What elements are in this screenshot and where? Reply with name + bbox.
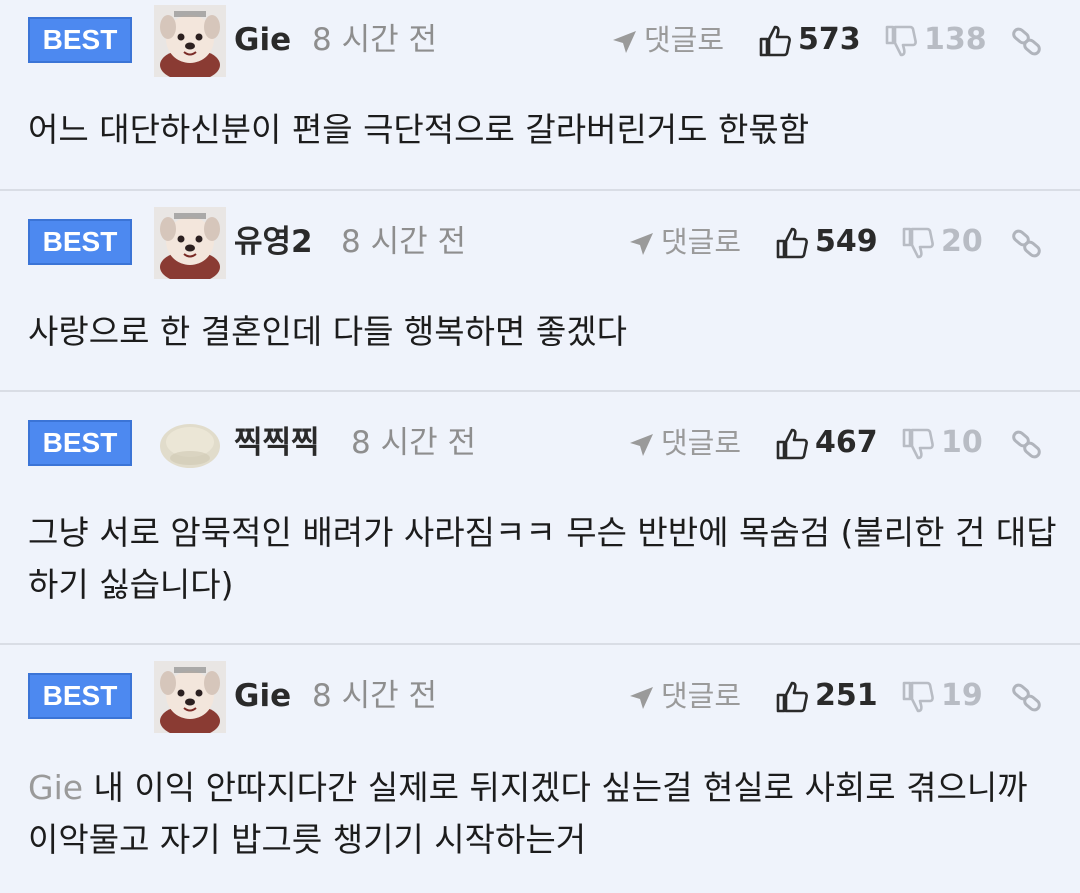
thumbs-up-icon xyxy=(758,24,792,58)
author-name[interactable]: 찍찍찍 xyxy=(234,423,320,463)
thumbs-up-icon xyxy=(775,226,809,260)
share-link-button[interactable] xyxy=(1010,25,1044,59)
reply-arrow-icon xyxy=(627,684,655,712)
best-badge: BEST xyxy=(28,17,132,63)
reply-arrow-icon xyxy=(627,431,655,459)
dislike-count: 10 xyxy=(941,425,983,460)
like-count: 251 xyxy=(815,678,878,713)
like-count: 467 xyxy=(815,425,878,460)
round-blob-avatar-icon xyxy=(160,424,220,468)
like-button[interactable]: 549 xyxy=(775,222,878,262)
thumbs-down-icon xyxy=(901,226,935,260)
dislike-button[interactable]: 138 xyxy=(884,20,987,60)
comment-header: BEST Gie 8 시간 전 댓글로 xyxy=(0,5,1080,77)
comment-header: BEST Gie 8 시간 전 댓글로 xyxy=(0,661,1080,733)
post-time: 8 시간 전 xyxy=(351,425,476,461)
dislike-button[interactable]: 10 xyxy=(901,423,983,463)
comment-body: 어느 대단하신분이 편을 극단적으로 갈라버린거도 한몫함 xyxy=(28,110,810,149)
thumbs-down-icon xyxy=(901,680,935,714)
mention-tag[interactable]: Gie xyxy=(28,768,83,807)
link-icon xyxy=(1012,430,1041,459)
puppy-avatar-icon xyxy=(154,5,226,77)
like-button[interactable]: 573 xyxy=(758,20,861,60)
thumbs-down-icon xyxy=(901,427,935,461)
reply-arrow-icon xyxy=(627,230,655,258)
reply-button[interactable]: 댓글로 xyxy=(627,423,741,463)
like-button[interactable]: 251 xyxy=(775,676,878,716)
share-link-button[interactable] xyxy=(1010,428,1044,462)
dislike-count: 138 xyxy=(924,22,987,57)
reply-label: 댓글로 xyxy=(661,225,742,259)
reply-label: 댓글로 xyxy=(661,426,742,460)
like-count: 573 xyxy=(798,22,861,57)
user-avatar[interactable] xyxy=(154,661,226,733)
share-link-button[interactable] xyxy=(1010,681,1044,715)
best-badge: BEST xyxy=(28,673,132,719)
comment-body: 내 이익 안따지다간 실제로 뒤지겠다 싶는걸 현실로 사회로 겪으니까 이악물… xyxy=(28,768,1028,859)
puppy-avatar-icon xyxy=(154,661,226,733)
comment-item: BEST 찍찍찍 8 시간 전 댓글로 467 10 그냥 서로 암묵적인 배려… xyxy=(0,392,1080,645)
author-name[interactable]: Gie xyxy=(234,20,291,60)
thumbs-down-icon xyxy=(884,24,918,58)
like-button[interactable]: 467 xyxy=(775,423,878,463)
comment-header: BEST 유영2 8 시간 전 댓글로 549 20 xyxy=(0,207,1080,279)
thumbs-up-icon xyxy=(775,680,809,714)
dislike-button[interactable]: 20 xyxy=(901,222,983,262)
link-icon xyxy=(1012,27,1041,56)
comment-header: BEST 찍찍찍 8 시간 전 댓글로 467 10 xyxy=(0,408,1080,478)
like-count: 549 xyxy=(815,224,878,259)
thumbs-up-icon xyxy=(775,427,809,461)
post-time: 8 시간 전 xyxy=(312,678,437,714)
reply-button[interactable]: 댓글로 xyxy=(610,20,724,60)
user-avatar[interactable] xyxy=(154,207,226,279)
comment-text: 어느 대단하신분이 편을 극단적으로 갈라버린거도 한몫함 xyxy=(28,104,1058,156)
comment-item: BEST 유영2 8 시간 전 댓글로 549 20 사랑으로 한 결혼인데 다… xyxy=(0,191,1080,392)
author-name[interactable]: Gie xyxy=(234,676,291,716)
post-time: 8 시간 전 xyxy=(312,22,437,58)
reply-label: 댓글로 xyxy=(661,679,742,713)
reply-button[interactable]: 댓글로 xyxy=(627,222,741,262)
user-avatar[interactable] xyxy=(154,5,226,77)
best-badge: BEST xyxy=(28,219,132,265)
user-avatar[interactable] xyxy=(158,408,230,480)
comment-body: 그냥 서로 암묵적인 배려가 사라짐ㅋㅋ 무슨 반반에 목숨검 (불리한 건 대… xyxy=(28,513,1057,604)
post-time: 8 시간 전 xyxy=(341,224,466,260)
comment-item: BEST Gie 8 시간 전 댓글로 xyxy=(0,0,1080,191)
comment-item: BEST Gie 8 시간 전 댓글로 xyxy=(0,645,1080,893)
comment-text: 그냥 서로 암묵적인 배려가 사라짐ㅋㅋ 무슨 반반에 목숨검 (불리한 건 대… xyxy=(28,507,1058,611)
link-icon xyxy=(1012,229,1041,258)
reply-button[interactable]: 댓글로 xyxy=(627,676,741,716)
dislike-count: 20 xyxy=(941,224,983,259)
comment-text: Gie 내 이익 안따지다간 실제로 뒤지겠다 싶는걸 현실로 사회로 겪으니까… xyxy=(28,762,1058,866)
best-badge: BEST xyxy=(28,420,132,466)
author-name[interactable]: 유영2 xyxy=(234,222,313,262)
share-link-button[interactable] xyxy=(1010,227,1044,261)
puppy-avatar-icon xyxy=(154,207,226,279)
comment-body: 사랑으로 한 결혼인데 다들 행복하면 좋겠다 xyxy=(28,312,627,351)
comment-text: 사랑으로 한 결혼인데 다들 행복하면 좋겠다 xyxy=(28,306,1058,358)
link-icon xyxy=(1012,683,1041,712)
reply-label: 댓글로 xyxy=(644,23,725,57)
reply-arrow-icon xyxy=(610,28,638,56)
dislike-button[interactable]: 19 xyxy=(901,676,983,716)
dislike-count: 19 xyxy=(941,678,983,713)
